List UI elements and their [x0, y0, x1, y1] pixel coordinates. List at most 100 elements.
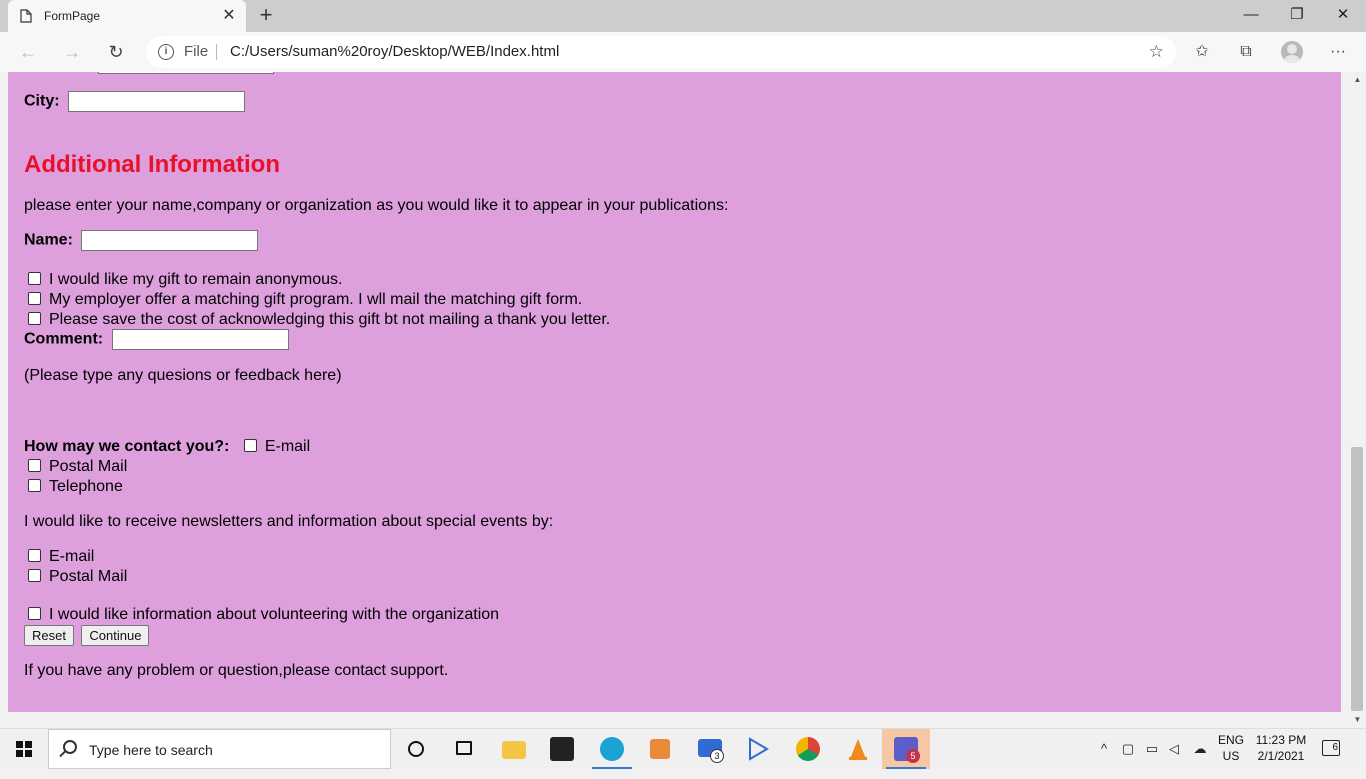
vlc-cone-icon [849, 739, 867, 760]
volunteer-label: I would like information about volunteer… [49, 606, 500, 623]
store-icon [550, 737, 574, 761]
edge-app[interactable] [588, 729, 636, 769]
intro-text: please enter your name,company or organi… [24, 197, 729, 214]
address-divider [216, 44, 217, 60]
url-text[interactable]: C:/Users/suman%20roy/Desktop/WEB/Index.h… [230, 43, 559, 60]
profile-avatar[interactable] [1281, 41, 1303, 63]
reset-button[interactable]: Reset [24, 625, 74, 646]
tab-title: FormPage [44, 9, 101, 23]
volunteer-checkbox[interactable] [28, 607, 41, 620]
partial-input-field[interactable] [98, 72, 274, 74]
contact-postal-checkbox[interactable] [28, 459, 41, 472]
matching-gift-label: My employer offer a matching gift progra… [49, 291, 583, 308]
contact-label: How may we contact you?: [24, 438, 230, 455]
no-thankyou-checkbox[interactable] [28, 312, 41, 325]
battery-icon[interactable]: ▭ [1144, 741, 1160, 757]
newsletter-email-checkbox[interactable] [28, 549, 41, 562]
add-favorite-icon[interactable]: ☆ [1149, 42, 1164, 62]
notification-icon: 6 [1322, 740, 1340, 756]
newsletter-email-label: E-mail [49, 548, 95, 565]
name-input[interactable] [81, 230, 259, 251]
support-text: If you have any problem or question,plea… [24, 662, 449, 679]
edge-icon [600, 737, 624, 761]
page-viewport: City: Additional Information please ente… [8, 72, 1341, 712]
anonymous-label: I would like my gift to remain anonymous… [49, 271, 343, 288]
page-icon [20, 9, 32, 23]
newsletter-postal-label: Postal Mail [49, 568, 128, 585]
no-thankyou-option: Please save the cost of acknowledging th… [24, 311, 610, 329]
volunteer-option: I would like information about volunteer… [24, 606, 499, 624]
section-title: Additional Information [24, 151, 280, 178]
chrome-icon [796, 737, 820, 761]
city-label: City: [24, 92, 60, 110]
browser-tab[interactable]: FormPage ✕ [8, 0, 246, 32]
continue-button[interactable]: Continue [81, 625, 150, 646]
region-code: US [1222, 749, 1240, 763]
restore-button[interactable]: ❐ [1274, 0, 1320, 32]
minimize-button[interactable]: — [1228, 0, 1274, 32]
anonymous-option: I would like my gift to remain anonymous… [24, 271, 342, 289]
contact-postal-label: Postal Mail [49, 458, 128, 475]
clock-date: 2/1/2021 [1257, 749, 1305, 763]
mail-badge: 3 [710, 749, 724, 763]
scroll-thumb[interactable] [1351, 447, 1363, 711]
favorites-icon[interactable]: ✩ [1190, 40, 1214, 64]
city-input[interactable] [68, 91, 246, 112]
url-scheme: File [184, 43, 209, 60]
contact-row: How may we contact you?: E-mail [24, 438, 310, 456]
clock[interactable]: 11:23 PM 2/1/2021 [1250, 733, 1312, 773]
contact-email-checkbox[interactable] [243, 439, 257, 452]
mail-app[interactable]: 3 [686, 729, 734, 769]
cortana-button[interactable] [392, 729, 440, 769]
meet-now-icon[interactable]: ▢ [1120, 741, 1136, 757]
comment-hint: (Please type any quesions or feedback he… [24, 367, 342, 384]
vlc-app[interactable] [834, 729, 882, 769]
scroll-down-icon[interactable]: ▼ [1349, 712, 1366, 728]
refresh-button[interactable]: ↻ [102, 38, 130, 66]
new-tab-button[interactable]: + [254, 4, 278, 28]
store-app[interactable] [538, 729, 586, 769]
volume-icon[interactable]: ◁ [1166, 741, 1182, 757]
close-window-button[interactable]: ✕ [1320, 0, 1366, 32]
media-icon [650, 739, 670, 759]
comment-input[interactable] [111, 329, 289, 350]
contact-phone-checkbox[interactable] [28, 479, 41, 492]
teams-app[interactable]: 5 [882, 729, 930, 769]
taskbar: Type here to search 3 5 ^ ▢ ▭ ◁ ☁ ENG US [0, 728, 1366, 769]
start-button[interactable] [0, 729, 48, 769]
comment-row: Comment: [24, 329, 289, 350]
settings-menu-icon[interactable]: ··· [1326, 40, 1350, 64]
windows-logo-icon [16, 741, 32, 757]
matching-gift-option: My employer offer a matching gift progra… [24, 291, 582, 309]
city-row: City: [24, 91, 246, 112]
newsletter-postal-checkbox[interactable] [28, 569, 41, 582]
network-icon[interactable]: ☁ [1192, 741, 1208, 757]
taskbar-search[interactable]: Type here to search [48, 729, 391, 769]
matching-gift-checkbox[interactable] [28, 292, 41, 305]
address-bar[interactable]: i File C:/Users/suman%20roy/Desktop/WEB/… [146, 36, 1176, 68]
notifications-button[interactable]: 6 [1322, 739, 1346, 779]
close-tab-icon[interactable]: ✕ [220, 7, 238, 25]
contact-phone-label: Telephone [49, 478, 123, 495]
teams-badge: 5 [906, 749, 920, 763]
cortana-icon [408, 741, 424, 757]
media-app[interactable] [636, 729, 684, 769]
scroll-up-icon[interactable]: ▲ [1349, 72, 1366, 88]
info-icon[interactable]: i [158, 44, 174, 60]
collections-icon[interactable]: ⧉ [1234, 40, 1258, 64]
task-view-icon [456, 741, 472, 755]
forward-button[interactable]: → [58, 38, 86, 66]
video-app[interactable] [734, 729, 782, 769]
browser-toolbar: ← → ↻ i File C:/Users/suman%20roy/Deskto… [0, 32, 1366, 72]
contact-phone-option: Telephone [24, 478, 123, 496]
back-button[interactable]: ← [14, 38, 42, 66]
language-indicator[interactable]: ENG US [1218, 733, 1244, 773]
task-view-button[interactable] [440, 729, 488, 769]
file-explorer-app[interactable] [490, 729, 538, 769]
page-scrollbar[interactable]: ▲ ▼ [1349, 72, 1366, 728]
anonymous-checkbox[interactable] [28, 272, 41, 285]
show-hidden-icons[interactable]: ^ [1096, 741, 1112, 757]
play-icon [749, 737, 769, 761]
search-icon [63, 740, 77, 754]
chrome-app[interactable] [784, 729, 832, 769]
